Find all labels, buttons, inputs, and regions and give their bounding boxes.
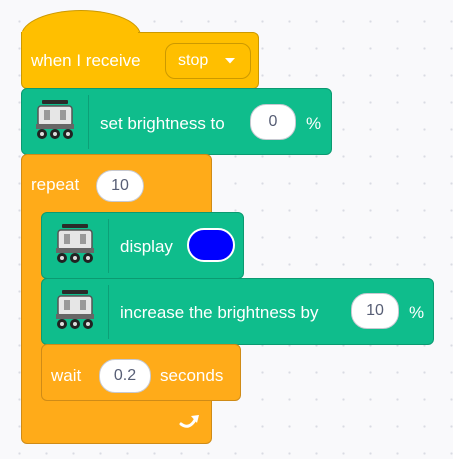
- wait-block[interactable]: wait 0.2 seconds: [41, 344, 241, 401]
- message-dropdown-value: stop: [178, 52, 209, 69]
- wait-label: wait: [51, 366, 82, 385]
- wait-seconds-input[interactable]: 0.2: [99, 359, 151, 393]
- icon-separator: [108, 285, 109, 339]
- chevron-down-icon: [225, 58, 235, 64]
- display-block[interactable]: display: [41, 212, 244, 279]
- robot-car-icon: [24, 94, 88, 150]
- icon-separator: [88, 95, 89, 149]
- repeat-label: repeat: [31, 175, 80, 194]
- increase-value-input[interactable]: 10: [351, 293, 399, 329]
- message-dropdown[interactable]: stop: [165, 43, 251, 79]
- display-label: display: [120, 237, 173, 256]
- brightness-value-input[interactable]: 0: [250, 104, 296, 140]
- repeat-count-input[interactable]: 10: [96, 170, 144, 202]
- loop-arrow-icon: [179, 415, 199, 428]
- percent-unit: %: [306, 114, 322, 133]
- icon-separator: [108, 219, 109, 273]
- robot-car-icon: [44, 284, 108, 340]
- color-picker-swatch[interactable]: [187, 228, 235, 262]
- robot-car-icon: [44, 218, 108, 274]
- when-i-receive-label: when I receive: [31, 51, 141, 70]
- set-brightness-block[interactable]: set brightness to 0 %: [21, 88, 332, 155]
- percent-unit: %: [409, 303, 425, 322]
- increase-brightness-block[interactable]: increase the brightness by 10 %: [41, 278, 434, 345]
- set-brightness-label: set brightness to: [100, 114, 225, 133]
- increase-brightness-label: increase the brightness by: [120, 303, 319, 322]
- when-i-receive-block[interactable]: when I receive stop: [21, 32, 259, 89]
- hat-join: [22, 31, 138, 35]
- seconds-unit: seconds: [160, 366, 224, 385]
